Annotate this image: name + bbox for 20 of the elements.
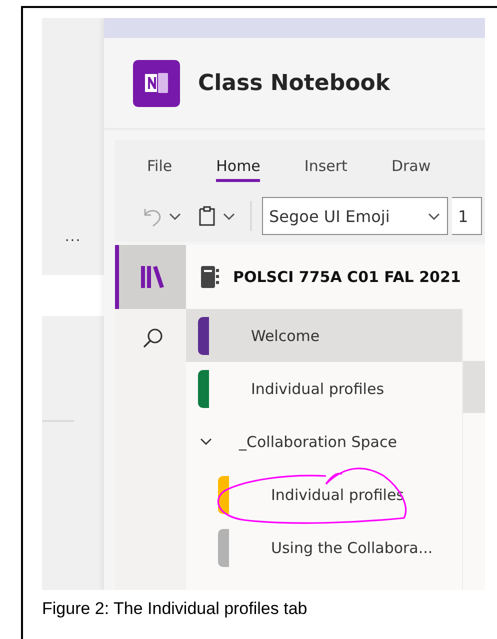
font-dropdown[interactable]: Segoe UI Emoji [262,197,448,235]
library-button[interactable] [115,245,186,309]
font-size-field[interactable]: 1 [452,197,482,235]
section-tab[interactable]: Welcome [186,309,462,362]
app-logo-icon [133,60,180,106]
app-title: Class Notebook [198,70,390,96]
search-icon[interactable] [142,327,164,349]
section-tab[interactable]: Using the Collabora... [186,521,462,574]
scrollbar-thumb[interactable] [463,361,485,413]
notebook-title: POLSCI 775A C01 FAL 2021 [233,268,461,286]
books-icon[interactable] [140,266,164,288]
notebook-icon [201,266,219,288]
ribbon-tab[interactable]: Home [216,156,260,182]
section-tab[interactable]: Individual profiles [186,362,462,415]
ribbon-tab[interactable]: File [147,156,172,182]
ribbon-tab[interactable]: Draw [391,156,431,182]
ribbon-tab[interactable]: Insert [304,156,348,182]
more-button[interactable]: ... [64,229,82,245]
section-group[interactable]: _Collaboration Space [186,415,462,468]
figure-caption: Figure 2: The Individual profiles tab [42,599,308,619]
